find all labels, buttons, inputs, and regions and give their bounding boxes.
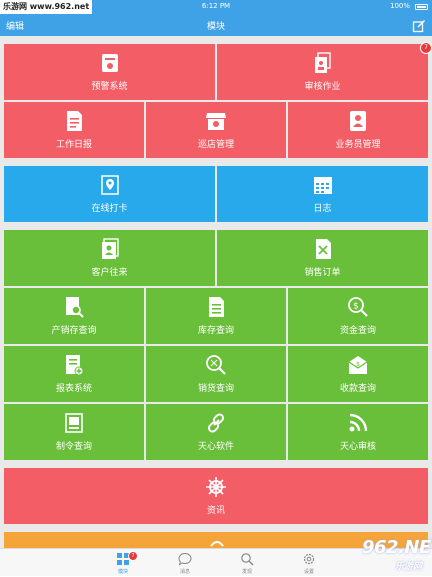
module-grid: 预警系统 审核作业 7 工作日报 巡店管理 业务员管理 在线打卡 日志 客户往来…: [0, 36, 432, 548]
svg-text:$: $: [353, 302, 359, 312]
warning-icon: [99, 52, 121, 74]
report-add-icon: [63, 354, 85, 376]
inventory-sheet-icon: [205, 296, 227, 318]
battery-icon: [415, 4, 428, 10]
search-icon: [240, 552, 254, 566]
tab-discover[interactable]: 发现: [227, 549, 267, 577]
tile-stock-query[interactable]: 库存查询: [146, 288, 286, 344]
tile-label: 报表系统: [55, 384, 92, 394]
tile-customer-accounts[interactable]: 客户往来: [4, 230, 215, 286]
tile-sales-query[interactable]: 销货查询: [146, 346, 286, 402]
site-logo-watermark: 962.NET 乐游网: [362, 537, 432, 573]
tile-label: 日志: [313, 204, 332, 214]
tile-label: 销售订单: [304, 268, 341, 278]
compose-icon[interactable]: [412, 18, 426, 33]
tile-psi-query[interactable]: 产销存查询: [4, 288, 144, 344]
gear-icon: [302, 552, 316, 566]
link-icon: [205, 412, 227, 434]
tile-label: 工作日报: [55, 140, 92, 150]
tile-order-query[interactable]: 制令查询: [4, 404, 144, 460]
store-icon: [205, 110, 227, 132]
tile-label: 审核作业: [304, 82, 341, 92]
tab-label: 发现: [241, 569, 252, 575]
envelope-money-icon: $: [347, 354, 369, 376]
tile-label: 销货查询: [197, 384, 234, 394]
tile-label: 资金查询: [339, 326, 376, 336]
tile-store-patrol[interactable]: 巡店管理: [146, 102, 286, 158]
location-pin-icon: [99, 174, 121, 196]
tile-label: 预警系统: [91, 82, 128, 92]
tab-label: 模块: [117, 569, 128, 575]
tile-report-system[interactable]: 报表系统: [4, 346, 144, 402]
tile-tianxin-software[interactable]: 天心软件: [146, 404, 286, 460]
tile-fund-query[interactable]: $ 资金查询: [288, 288, 428, 344]
document-search-icon: [63, 296, 85, 318]
tile-label: 收款查询: [339, 384, 376, 394]
tile-approval[interactable]: 审核作业: [217, 44, 428, 100]
tile-news[interactable]: 资讯: [4, 468, 428, 524]
chat-bubble-icon: [178, 552, 192, 566]
partial-icon: [209, 538, 225, 548]
sales-search-icon: [205, 354, 227, 376]
helm-icon: [205, 476, 227, 498]
documents-icon: [312, 52, 334, 74]
tile-label: 天心审核: [339, 442, 376, 452]
tile-label: 制令查询: [55, 442, 92, 452]
rss-icon: [347, 412, 369, 434]
tile-label: 客户往来: [91, 268, 128, 278]
tab-messages[interactable]: 消息: [165, 549, 205, 577]
tile-daily-report[interactable]: 工作日报: [4, 102, 144, 158]
tile-sales-order[interactable]: 销售订单: [217, 230, 428, 286]
logo-text-large: 962.NET: [362, 537, 432, 558]
tab-label: 设置: [303, 569, 314, 575]
tile-label: 资讯: [206, 506, 225, 516]
tile-label: 天心软件: [197, 442, 234, 452]
tab-settings[interactable]: 设置: [289, 549, 329, 577]
tile-tianxin-review[interactable]: 天心审核: [288, 404, 428, 460]
calendar-icon: [312, 174, 334, 196]
page-title: 模块: [206, 22, 225, 32]
report-sheet-icon: [63, 110, 85, 132]
tile-receipt-query[interactable]: $ 收款查询: [288, 346, 428, 402]
person-card-icon: [347, 110, 369, 132]
site-watermark: 乐游网 www.962.net: [0, 0, 93, 14]
tile-label: 库存查询: [197, 326, 234, 336]
svg-text:$: $: [356, 361, 360, 368]
modules-badge: 7: [128, 551, 138, 561]
tile-label: 业务员管理: [335, 140, 381, 150]
tile-journal[interactable]: 日志: [217, 166, 428, 222]
nav-bar: 编辑 模块: [0, 14, 432, 36]
order-print-icon: [63, 412, 85, 434]
contacts-icon: [99, 238, 121, 260]
battery-percent: 100%: [389, 2, 410, 10]
tile-label: 巡店管理: [197, 140, 234, 150]
tile-warning-system[interactable]: 预警系统: [4, 44, 215, 100]
tile-online-checkin[interactable]: 在线打卡: [4, 166, 215, 222]
approval-badge: 7: [420, 42, 432, 54]
tile-label: 产销存查询: [51, 326, 97, 336]
order-sheet-icon: [312, 238, 334, 260]
money-search-icon: $: [347, 296, 369, 318]
tile-label: 在线打卡: [91, 204, 128, 214]
tab-label: 消息: [179, 569, 190, 575]
logo-text-small: 乐游网: [394, 562, 422, 572]
tile-salesman[interactable]: 业务员管理: [288, 102, 428, 158]
